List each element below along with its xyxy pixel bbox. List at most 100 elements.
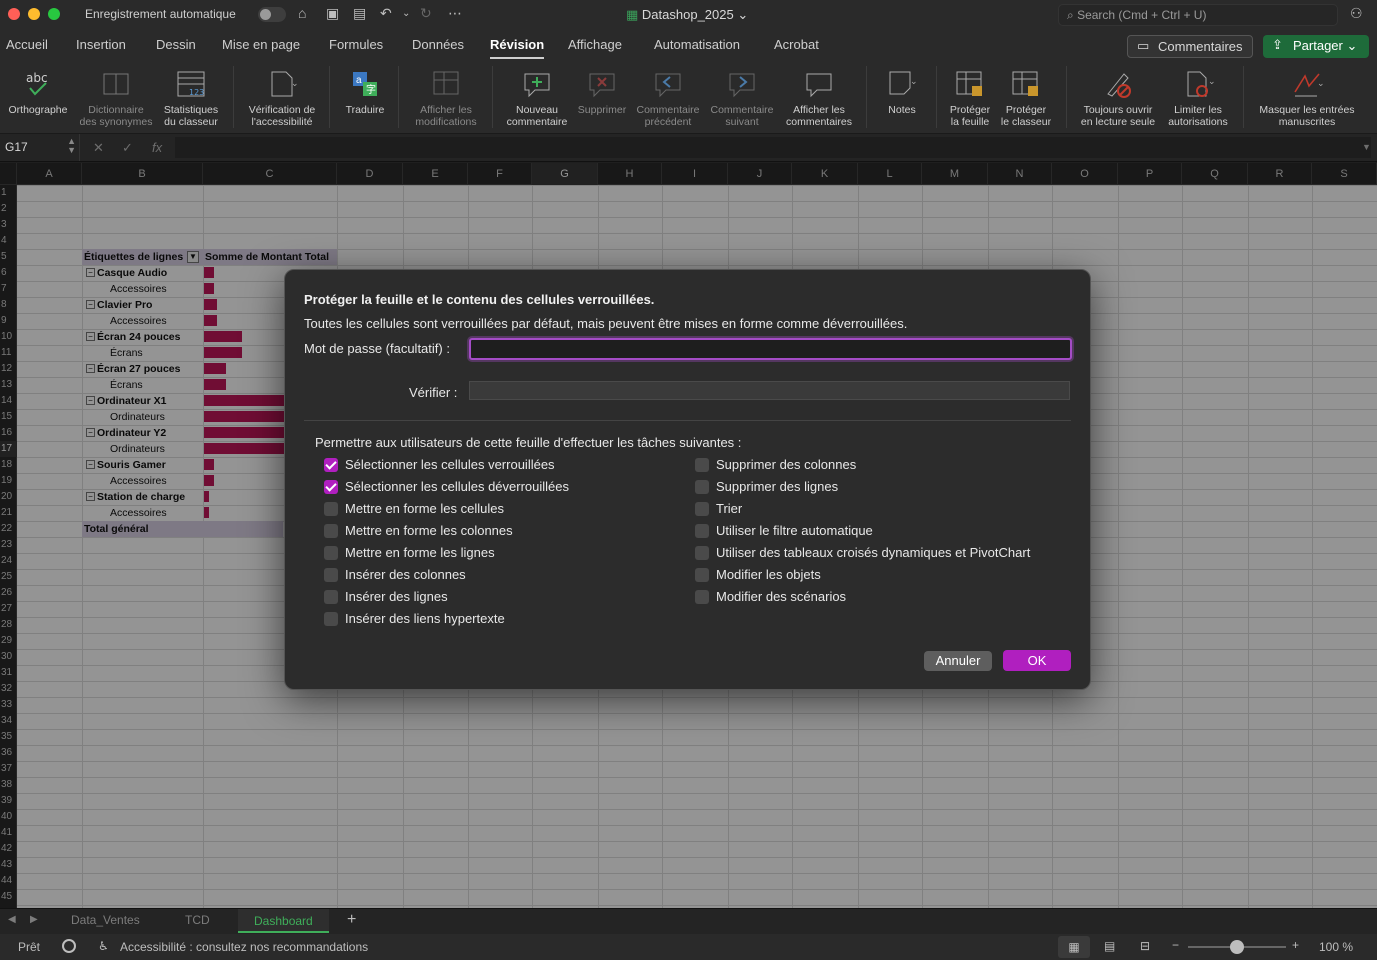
scroll-left-icon[interactable]: ◀ — [8, 914, 16, 925]
tab-mise-en-page[interactable]: Mise en page — [222, 37, 300, 52]
save-as-icon[interactable]: ▤ — [353, 5, 366, 22]
permission-checkbox[interactable]: Insérer des lignes — [324, 589, 448, 604]
function-icon[interactable]: fx — [152, 140, 162, 155]
add-sheet-button[interactable]: + — [347, 911, 356, 929]
document-title[interactable]: ▦ Datashop_2025 ⌄ — [626, 7, 748, 23]
protect-sheet-button[interactable]: Protéger la feuille — [942, 62, 998, 134]
tab-revision[interactable]: Révision — [490, 37, 545, 59]
checkbox-unchecked[interactable] — [695, 501, 709, 516]
checkbox-unchecked[interactable] — [695, 589, 709, 604]
tab-dessin[interactable]: Dessin — [156, 37, 196, 52]
next-comment-button[interactable]: Commentaire suivant — [706, 62, 778, 134]
sheet-tab-tcd[interactable]: TCD — [185, 913, 210, 927]
permission-checkbox[interactable]: Modifier des scénarios — [695, 589, 846, 604]
checkbox-unchecked[interactable] — [324, 567, 338, 582]
permission-checkbox[interactable]: Trier — [695, 501, 742, 516]
spelling-button[interactable]: abc Orthographe — [4, 62, 72, 134]
translate-button[interactable]: a字 Traduire — [336, 62, 394, 134]
expand-formula-icon[interactable]: ▼ — [1362, 142, 1371, 152]
confirm-icon[interactable]: ✓ — [122, 140, 133, 156]
tab-formules[interactable]: Formules — [329, 37, 383, 52]
checkbox-unchecked[interactable] — [695, 567, 709, 582]
autosave-toggle[interactable] — [258, 7, 286, 22]
permission-checkbox[interactable]: Utiliser le filtre automatique — [695, 523, 873, 538]
checkbox-unchecked[interactable] — [695, 545, 709, 560]
tab-automatisation[interactable]: Automatisation — [654, 37, 740, 52]
previous-comment-button[interactable]: Commentaire précédent — [632, 62, 704, 134]
minimize-window-button[interactable] — [28, 8, 40, 20]
permission-checkbox[interactable]: Sélectionner les cellules verrouillées — [324, 457, 555, 472]
account-icon[interactable]: ⚇ — [1350, 5, 1363, 22]
checkbox-checked[interactable] — [324, 479, 338, 494]
accessibility-icon[interactable]: ♿ — [98, 939, 109, 953]
search-input[interactable]: ⌕ Search (Cmd + Ctrl + U) — [1058, 4, 1338, 26]
thesaurus-button[interactable]: Dictionnaire des synonymes — [76, 62, 156, 134]
checkbox-checked[interactable] — [324, 457, 338, 472]
comments-button[interactable]: ▭ Commentaires — [1127, 35, 1253, 58]
password-field[interactable] — [469, 338, 1072, 360]
permission-checkbox[interactable]: Mettre en forme les cellules — [324, 501, 504, 516]
restrict-permission-button[interactable]: ⌄ Limiter les autorisations — [1162, 62, 1234, 134]
maximize-window-button[interactable] — [48, 8, 60, 20]
normal-view-icon[interactable]: ▦ — [1058, 936, 1090, 958]
sheet-tab-data-ventes[interactable]: Data_Ventes — [71, 913, 140, 927]
tab-affichage[interactable]: Affichage — [568, 37, 622, 52]
translate-label: Traduire — [345, 104, 385, 116]
tab-donnees[interactable]: Données — [412, 37, 464, 52]
verify-password-field[interactable] — [469, 381, 1070, 400]
workbook-stats-button[interactable]: 123 Statistiques du classeur — [158, 62, 224, 134]
checkbox-unchecked[interactable] — [324, 611, 338, 626]
home-icon[interactable]: ⌂ — [298, 5, 306, 21]
more-icon[interactable]: ⋯ — [448, 5, 462, 22]
permission-checkbox[interactable]: Sélectionner les cellules déverrouillées — [324, 479, 569, 494]
tab-accueil[interactable]: Accueil — [6, 37, 48, 52]
protect-workbook-button[interactable]: Protéger le classeur — [996, 62, 1056, 134]
zoom-level[interactable]: 100 % — [1319, 940, 1353, 954]
show-changes-button[interactable]: Afficher les modifications — [406, 62, 486, 134]
permission-checkbox[interactable]: Mettre en forme les lignes — [324, 545, 495, 560]
zoom-in-icon[interactable]: + — [1292, 938, 1299, 952]
scroll-right-icon[interactable]: ▶ — [30, 914, 38, 925]
formula-input[interactable] — [175, 137, 1371, 158]
notes-button[interactable]: ⌄ Notes — [874, 62, 930, 134]
hide-ink-button[interactable]: ⌄ Masquer les entrées manuscrites — [1250, 62, 1364, 134]
checkbox-unchecked[interactable] — [695, 479, 709, 494]
tab-insertion[interactable]: Insertion — [76, 37, 126, 52]
permission-checkbox[interactable]: Supprimer des colonnes — [695, 457, 856, 472]
cancel-button[interactable]: Annuler — [924, 651, 992, 671]
always-read-only-button[interactable]: Toujours ouvrir en lecture seule — [1074, 62, 1162, 134]
save-icon[interactable]: ▣ — [326, 5, 339, 22]
checkbox-unchecked[interactable] — [324, 523, 338, 538]
record-macro-icon[interactable] — [62, 939, 76, 953]
undo-dropdown-icon[interactable]: ⌄ — [402, 8, 410, 19]
checkbox-unchecked[interactable] — [695, 457, 709, 472]
redo-icon[interactable]: ↻ — [420, 5, 432, 22]
undo-icon[interactable]: ↶ — [380, 5, 392, 22]
name-box[interactable]: G17 ▲ ▼ — [0, 134, 80, 161]
permission-checkbox[interactable]: Insérer des liens hypertexte — [324, 611, 505, 626]
checkbox-unchecked[interactable] — [324, 589, 338, 604]
permission-checkbox[interactable]: Insérer des colonnes — [324, 567, 466, 582]
accessibility-status[interactable]: Accessibilité : consultez nos recommanda… — [120, 940, 368, 954]
zoom-slider-thumb[interactable] — [1230, 940, 1244, 954]
share-button[interactable]: ⇪ Partager ⌄ — [1263, 35, 1369, 58]
accessibility-check-button[interactable]: ⌄ Vérification de l'accessibilité — [240, 62, 324, 134]
cancel-icon[interactable]: ✕ — [93, 140, 104, 156]
close-window-button[interactable] — [8, 8, 20, 20]
new-comment-button[interactable]: Nouveau commentaire — [500, 62, 574, 134]
checkbox-unchecked[interactable] — [695, 523, 709, 538]
tab-acrobat[interactable]: Acrobat — [774, 37, 819, 52]
permission-checkbox[interactable]: Modifier les objets — [695, 567, 821, 582]
show-comments-button[interactable]: Afficher les commentaires — [782, 62, 856, 134]
permission-checkbox[interactable]: Mettre en forme les colonnes — [324, 523, 513, 538]
delete-comment-button[interactable]: Supprimer — [574, 62, 630, 134]
page-break-icon[interactable]: ⊟ — [1140, 939, 1150, 953]
permission-checkbox[interactable]: Utiliser des tableaux croisés dynamiques… — [695, 545, 1030, 560]
checkbox-unchecked[interactable] — [324, 501, 338, 516]
sheet-tab-dashboard[interactable]: Dashboard — [238, 909, 329, 933]
checkbox-unchecked[interactable] — [324, 545, 338, 560]
ok-button[interactable]: OK — [1003, 650, 1071, 671]
zoom-out-icon[interactable]: − — [1172, 938, 1179, 952]
permission-checkbox[interactable]: Supprimer des lignes — [695, 479, 838, 494]
page-layout-icon[interactable]: ▤ — [1104, 939, 1115, 953]
